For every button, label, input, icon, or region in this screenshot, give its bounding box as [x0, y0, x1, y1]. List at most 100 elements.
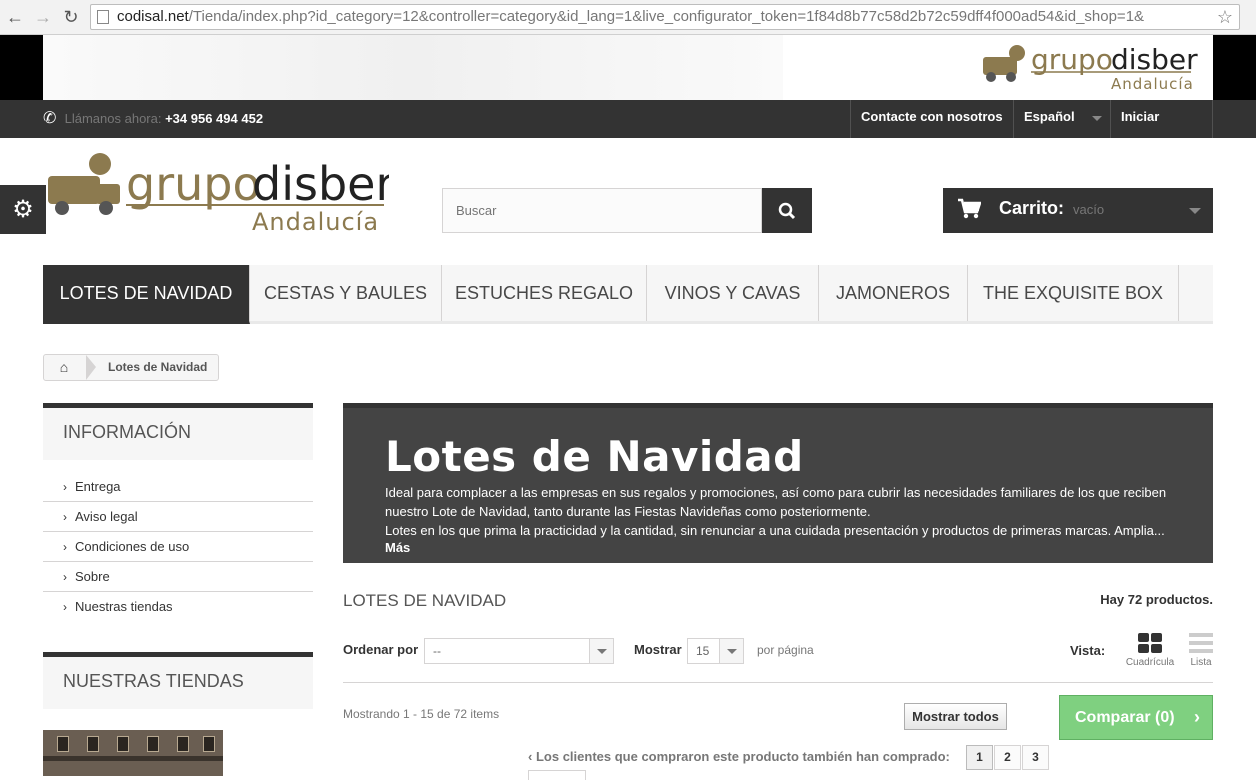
chevron-down-icon [1092, 116, 1102, 121]
url-path: /Tienda/index.php?id_category=12&control… [188, 8, 1145, 25]
contact-link-label: Contacte con nosotros [861, 109, 1003, 124]
page-button-1[interactable]: 1 [966, 745, 993, 770]
info-title-label: INFORMACIÓN [63, 422, 191, 442]
menu-item-jamoneros[interactable]: JAMONEROS [819, 265, 968, 321]
view-list-button[interactable]: Lista [1186, 633, 1216, 668]
back-icon[interactable]: ← [4, 6, 26, 28]
call-label: Llámanos ahora: [64, 111, 162, 126]
also-bought-heading: ‹ Los clientes que compraron este produc… [528, 749, 950, 764]
login-link[interactable]: Iniciar sesión [1110, 100, 1213, 158]
divider [343, 682, 1213, 683]
top-nav: ✆ Llámanos ahora: +34 956 494 452 Contac… [0, 100, 1256, 158]
site-logo-text-1: grupo [126, 157, 261, 211]
menu-item-the-exquisite-box[interactable]: THE EXQUISITE BOX [968, 265, 1179, 321]
menu-item-vinos-y-cavas[interactable]: VINOS Y CAVAS [647, 265, 819, 321]
store-photo[interactable] [43, 730, 223, 776]
banner-logo-sub: Andalucía [1111, 75, 1194, 93]
breadcrumb-current: Lotes de Navidad [108, 360, 208, 374]
sort-select[interactable]: -- [424, 638, 614, 664]
info-link-label: Aviso legal [75, 509, 138, 524]
grid-icon [1138, 633, 1162, 653]
chevron-right-icon: › [63, 540, 67, 554]
info-link-nuestras-tiendas[interactable]: › Nuestras tiendas [43, 592, 313, 622]
menu-item-lotes-de-navidad[interactable]: LOTES DE NAVIDAD [43, 265, 250, 324]
menu-item-label: THE EXQUISITE BOX [982, 283, 1164, 303]
search-form [442, 188, 812, 233]
more-link[interactable]: Más [385, 540, 410, 555]
photo-detail [117, 736, 129, 752]
site-logo-text-2: disber [252, 157, 389, 211]
language-label: Español [1024, 109, 1075, 124]
cart-icon [958, 198, 981, 219]
gear-icon[interactable]: ⚙ [0, 185, 46, 234]
chevron-right-icon: › [63, 510, 67, 524]
home-icon[interactable]: ⌂ [44, 355, 84, 380]
category-desc-line: Ideal para complacer a las empresas en s… [385, 485, 1167, 519]
banner-background [43, 35, 783, 100]
address-bar[interactable]: codisal.net/Tienda/index.php?id_category… [90, 4, 1240, 30]
page-button-2[interactable]: 2 [994, 745, 1021, 770]
cart-label: Carrito: [999, 198, 1065, 218]
category-header: Lotes de Navidad Ideal para complacer a … [343, 403, 1213, 563]
show-all-button[interactable]: Mostrar todos [904, 703, 1007, 730]
info-link-label: Condiciones de uso [75, 539, 190, 554]
banner-right-edge [1213, 35, 1256, 100]
cart-button[interactable]: Carrito: vacío [943, 188, 1213, 233]
page-button-3[interactable]: 3 [1022, 745, 1049, 770]
photo-detail [203, 736, 215, 752]
stores-block-title[interactable]: NUESTRAS TIENDAS [43, 652, 313, 709]
photo-detail [177, 736, 189, 752]
menu-item-estuches-regalo[interactable]: ESTUCHES REGALO [442, 265, 647, 321]
info-link-aviso-legal[interactable]: › Aviso legal [43, 502, 313, 532]
chevron-right-icon: › [1194, 707, 1200, 727]
search-button[interactable] [762, 188, 812, 233]
phone-number: +34 956 494 452 [165, 111, 264, 126]
info-link-sobre[interactable]: › Sobre [43, 562, 313, 592]
language-selector[interactable]: Español [1013, 100, 1110, 138]
chevron-down-icon [719, 639, 743, 663]
per-page-value: 15 [696, 644, 710, 658]
banner-logo: grupo disber Andalucía [983, 43, 1198, 93]
main-menu: LOTES DE NAVIDAD CESTAS Y BAULES ESTUCHE… [43, 265, 1213, 324]
chevron-down-icon [589, 639, 613, 663]
url-host: codisal.net [117, 8, 189, 25]
chevron-left-icon[interactable]: ‹ [528, 749, 532, 764]
compare-button[interactable]: Comparar (0) › [1059, 695, 1213, 740]
info-link-condiciones[interactable]: › Condiciones de uso [43, 532, 313, 562]
menu-item-label: CESTAS Y BAULES [263, 283, 428, 303]
forward-icon[interactable]: → [32, 6, 54, 28]
search-input[interactable] [442, 188, 762, 233]
site-logo[interactable]: grupo disber Andalucía [44, 150, 389, 236]
cart-status: vacío [1073, 202, 1105, 217]
login-label: Iniciar sesión [1121, 109, 1163, 158]
info-link-label: Entrega [75, 479, 121, 494]
category-desc-line: Lotes en los que prima la practicidad y … [385, 523, 1165, 538]
view-grid-label: Cuadrícula [1125, 657, 1175, 668]
top-banner[interactable]: grupo disber Andalucía [43, 35, 1213, 100]
photo-detail [43, 756, 223, 761]
chevron-right-icon: › [63, 570, 67, 584]
show-label: Mostrar [634, 642, 682, 657]
per-page-select[interactable]: 15 [687, 638, 744, 664]
banner-left-edge [0, 35, 43, 100]
banner-logo-text-2: disber [1111, 43, 1198, 76]
chevron-down-icon [1189, 208, 1201, 214]
info-link-entrega[interactable]: › Entrega [43, 472, 313, 502]
info-link-label: Nuestras tiendas [75, 599, 173, 614]
phone-icon: ✆ [43, 110, 57, 127]
site-logo-sub: Andalucía [252, 208, 379, 236]
view-label: Vista: [1070, 643, 1106, 658]
reload-icon[interactable]: ↻ [60, 6, 82, 28]
compare-label: Comparar (0) [1075, 709, 1175, 726]
bookmark-star-icon[interactable]: ☆ [1217, 5, 1233, 29]
per-page-label: por página [757, 643, 814, 657]
photo-detail [87, 736, 99, 752]
showing-count: Mostrando 1 - 15 de 72 items [343, 707, 500, 721]
contact-link[interactable]: Contacte con nosotros [850, 100, 1014, 138]
browser-toolbar: ← → ↻ codisal.net/Tienda/index.php?id_ca… [0, 0, 1256, 35]
menu-item-cestas-y-baules[interactable]: CESTAS Y BAULES [250, 265, 442, 321]
sort-value: -- [433, 644, 441, 658]
view-grid-button[interactable]: Cuadrícula [1122, 633, 1178, 668]
chevron-right-icon: › [63, 480, 67, 494]
info-block-title[interactable]: INFORMACIÓN [43, 403, 313, 460]
